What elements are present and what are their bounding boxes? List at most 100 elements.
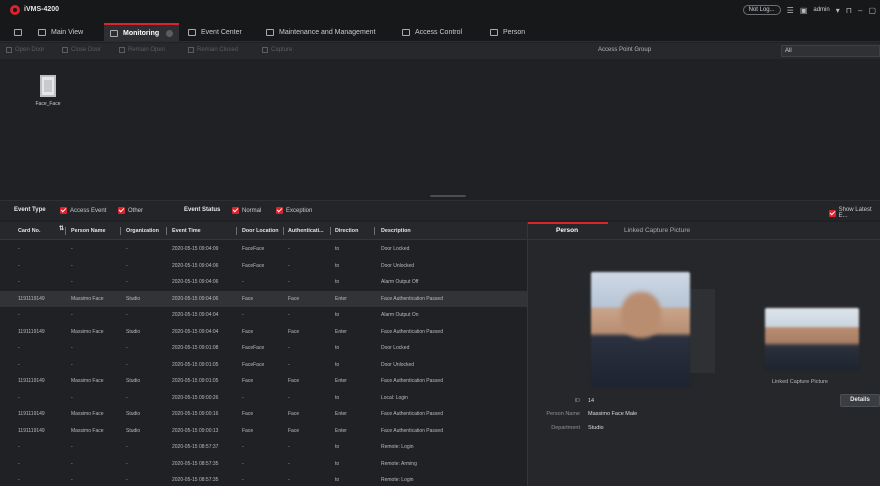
table-cell: - (242, 279, 244, 285)
user-menu[interactable]: admin (813, 7, 829, 13)
table-cell: - (18, 477, 20, 483)
table-cell: Door Locked (381, 246, 410, 252)
table-row[interactable]: 1191119149 Massimo Face Studio 2020-05-15 0… (0, 290, 527, 307)
capture-label: Capture (271, 47, 293, 53)
table-cell: Studio (126, 378, 141, 384)
table-cell: - (126, 394, 128, 401)
column-separator[interactable] (120, 227, 121, 235)
monitor-icon[interactable]: ▣ (800, 6, 808, 15)
chevron-down-icon[interactable]: ▾ (836, 6, 840, 15)
column-separator[interactable] (374, 227, 375, 235)
table-row[interactable]: - - - 2020-05-15 08:57:35 - - to Remote: Arming (0, 456, 527, 473)
column-header[interactable]: Event Time (172, 228, 201, 234)
column-separator[interactable] (166, 227, 167, 235)
table-row[interactable]: - - - 2020-05-15 08:57:35 - - to Remote: Login (0, 472, 527, 486)
tab-main-view[interactable]: Main View (32, 24, 89, 40)
table-cell: FaceFace (242, 345, 265, 351)
details-button[interactable]: Details (840, 394, 880, 407)
tab-maintenance-label: Maintenance and Management (279, 28, 376, 36)
tab-access-control[interactable]: Access Control (396, 24, 468, 40)
remain-open-button[interactable]: Remain Open (119, 47, 165, 53)
table-cell: 2020-05-15 09:04:09 (172, 246, 219, 252)
door-item[interactable]: Face_Face (30, 75, 66, 107)
remain-closed-button[interactable]: Remain Closed (188, 47, 238, 53)
tab-linked-capture[interactable]: Linked Capture Picture (624, 227, 690, 234)
checkbox-icon (276, 207, 283, 214)
splitter-handle[interactable] (430, 195, 466, 197)
table-cell: - (242, 394, 244, 401)
table-cell: Remote: Login (381, 444, 414, 450)
table-row[interactable]: - - - 2020-05-15 09:04:06 - - to Alarm Output O… (0, 274, 527, 291)
table-cell: Face Authentication Passed (381, 411, 443, 417)
table-cell: to (335, 279, 340, 285)
tab-person-detail[interactable]: Person (556, 227, 578, 234)
table-cell: - (288, 345, 290, 351)
table-row[interactable]: 1191119149 Massimo Face Studio 2020-05-15 0… (0, 373, 527, 390)
table-cell: - (126, 345, 128, 351)
show-latest-checkbox[interactable]: Show Latest E... (829, 207, 880, 219)
table-cell: - (71, 246, 73, 252)
table-row[interactable]: 1191119149 Massimo Face Studio 2020-05-15 0… (0, 324, 527, 341)
column-header[interactable]: Description (381, 228, 411, 234)
table-cell: Face (242, 411, 254, 417)
access-event-checkbox[interactable]: Access Event (60, 207, 106, 214)
table-cell: - (126, 312, 128, 318)
table-row[interactable]: 1191119149 Massimo Face Studio 2020-05-15 0… (0, 423, 527, 440)
close-door-button[interactable]: Close Door (62, 47, 101, 53)
table-cell: Face (242, 427, 254, 434)
list-icon[interactable]: ☰ (787, 6, 794, 15)
lock-icon[interactable]: ⊓ (846, 6, 852, 15)
table-cell: 2020-05-15 09:04:06 (172, 262, 219, 269)
column-header[interactable]: Organization (126, 228, 159, 234)
table-row[interactable]: - - - 2020-05-15 09:01:05 FaceFace - to Door Un… (0, 357, 527, 374)
tab-maintenance[interactable]: Maintenance and Management (260, 24, 382, 40)
table-row[interactable]: - - - 2020-05-15 09:04:06 FaceFace - to Door Un… (0, 258, 527, 275)
table-cell: 2020-05-15 09:01:08 (172, 345, 219, 351)
active-tab-indicator (528, 222, 608, 224)
table-row[interactable]: - - - 2020-05-15 09:01:08 FaceFace - to Door Lo… (0, 340, 527, 357)
column-separator[interactable] (330, 227, 331, 235)
sort-icon[interactable]: ⇅ (59, 225, 64, 232)
tab-event-center[interactable]: Event Center (182, 24, 248, 40)
tab-person[interactable]: Person (484, 24, 531, 40)
maximize-icon[interactable]: ▢ (868, 6, 876, 15)
exception-label: Exception (286, 207, 313, 214)
exception-checkbox[interactable]: Exception (276, 207, 312, 214)
table-row[interactable]: - - - 2020-05-15 08:57:37 - - to Remote: Login (0, 439, 527, 456)
table-cell: 2020-05-15 09:01:05 (172, 378, 219, 384)
table-cell: Face (288, 411, 300, 417)
tab-monitoring[interactable]: Monitoring (104, 23, 180, 41)
capture-button[interactable]: Capture (262, 47, 292, 53)
column-header[interactable]: Direction (335, 228, 358, 234)
table-cell: Face (288, 378, 300, 384)
column-header[interactable]: Door Location (242, 228, 279, 234)
column-separator[interactable] (283, 227, 284, 235)
table-cell: - (126, 279, 128, 285)
access-point-group-select[interactable]: All (781, 45, 880, 57)
table-row[interactable]: - - - 2020-05-15 09:04:04 - - to Alarm Output O… (0, 307, 527, 324)
column-header[interactable]: Card No. (18, 228, 40, 234)
table-cell: - (71, 262, 73, 269)
event-type-label: Event Type (14, 207, 46, 213)
column-header[interactable]: Person Name (71, 228, 105, 234)
table-row[interactable]: - - - 2020-05-15 09:04:09 FaceFace - to Door Lo… (0, 241, 527, 258)
normal-checkbox[interactable]: Normal (232, 207, 261, 214)
table-row[interactable]: - - - 2020-05-15 09:00:26 - - to Local: Login (0, 390, 527, 407)
table-cell: FaceFace (242, 246, 265, 252)
table-cell: - (126, 361, 128, 368)
column-separator[interactable] (65, 227, 66, 235)
table-cell: - (242, 460, 244, 467)
close-icon[interactable] (166, 29, 174, 37)
column-separator[interactable] (236, 227, 237, 235)
nav-home[interactable] (8, 24, 28, 40)
table-row[interactable]: 1191119149 Massimo Face Studio 2020-05-15 0… (0, 406, 527, 423)
open-door-button[interactable]: Open Door (6, 47, 44, 53)
checkbox-icon (118, 207, 125, 214)
minimize-icon[interactable]: – (858, 6, 862, 15)
table-cell: 2020-05-15 08:57:35 (172, 460, 219, 467)
event-status-label: Event Status (184, 207, 220, 213)
other-checkbox[interactable]: Other (118, 207, 143, 214)
column-header[interactable]: Authenticati... (288, 228, 324, 234)
not-logged-button[interactable]: Not Log... (742, 5, 781, 15)
table-cell: Enter (335, 411, 347, 417)
